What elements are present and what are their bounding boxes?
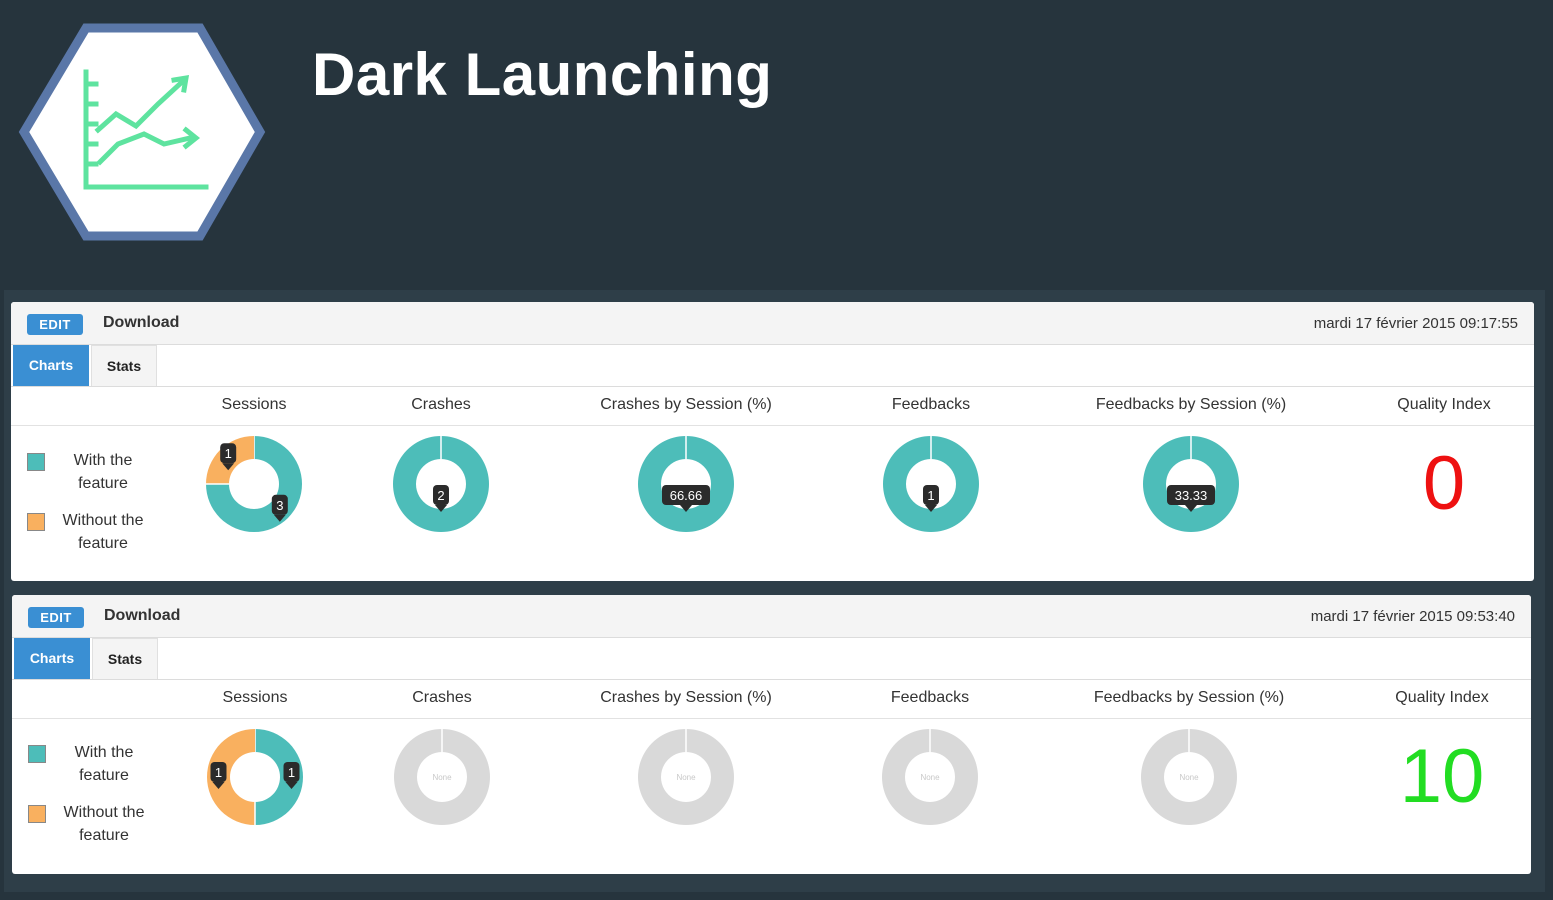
column-header-crashes-by-session: Crashes by Session (%) [600, 689, 772, 706]
legend-swatch-without [28, 805, 46, 823]
donut-crashes: 2 [391, 434, 491, 534]
legend-swatch-without [27, 513, 45, 531]
donut-sessions: 31 [204, 434, 304, 534]
panel-date: mardi 17 février 2015 09:17:55 [1313, 315, 1518, 332]
column-header-crashes-by-session: Crashes by Session (%) [600, 396, 772, 413]
donut-svg: 1 [882, 436, 979, 532]
empty-label: None [432, 773, 452, 782]
legend-label: feature [79, 767, 129, 784]
legend-label: With the [74, 744, 134, 761]
data-label: 1 [923, 485, 939, 512]
column-header-crashes: Crashes [412, 689, 472, 706]
svg-text:33.33: 33.33 [1175, 488, 1208, 503]
donut-crashes-by-session: 66.66 [636, 434, 736, 534]
legend-label: With the [73, 452, 133, 469]
tab-stats[interactable]: Stats [92, 638, 158, 679]
legend-label: feature [78, 475, 128, 492]
tab-charts[interactable]: Charts [14, 638, 90, 679]
donut-svg: 66.66 [637, 436, 734, 532]
column-header-feedbacks: Feedbacks [891, 396, 971, 413]
empty-label: None [920, 773, 940, 782]
donut-feedbacks-by-session: None [1139, 727, 1239, 827]
svg-text:1: 1 [927, 488, 934, 503]
donut-svg: None [881, 729, 978, 825]
svg-text:1: 1 [225, 446, 232, 461]
result-panel-1: EDIT Download mardi 17 février 2015 09:1… [11, 302, 1534, 581]
donut-crashes: None [392, 727, 492, 827]
panel-header: EDIT Download mardi 17 février 2015 09:5… [12, 595, 1531, 638]
column-header-feedbacks: Feedbacks [890, 689, 970, 706]
svg-text:66.66: 66.66 [670, 488, 703, 503]
svg-text:3: 3 [276, 498, 283, 513]
donut-feedbacks: 1 [881, 434, 981, 534]
page-title: Dark Launching [312, 41, 773, 108]
donut-svg: 33.33 [1142, 436, 1239, 532]
edit-button[interactable]: EDIT [28, 607, 84, 628]
donut-crashes-by-session: None [636, 727, 736, 827]
empty-label: None [1179, 773, 1199, 782]
data-label: 2 [433, 485, 449, 512]
quality-index-value: 10 [1399, 734, 1485, 819]
svg-text:1: 1 [288, 765, 295, 780]
panel-date: mardi 17 février 2015 09:53:40 [1310, 608, 1515, 625]
result-panel-2: EDIT Download mardi 17 février 2015 09:5… [12, 595, 1531, 874]
empty-label: None [676, 773, 696, 782]
legend-label: feature [79, 827, 129, 844]
legend-label: feature [78, 535, 128, 552]
tab-bar: Charts Stats [12, 638, 1531, 680]
column-headers: Sessions Crashes Crashes by Session (%) … [12, 680, 1531, 719]
donut-svg: None [393, 729, 490, 825]
column-header-quality-index: Quality Index [1395, 689, 1489, 706]
column-header-feedbacks-by-session: Feedbacks by Session (%) [1095, 396, 1287, 413]
column-header-sessions: Sessions [222, 689, 288, 706]
donut-svg: None [637, 729, 734, 825]
column-header-crashes: Crashes [411, 396, 471, 413]
panel-name: Download [103, 314, 180, 331]
donut-feedbacks: None [880, 727, 980, 827]
svg-text:1: 1 [215, 765, 222, 780]
column-header-sessions: Sessions [221, 396, 287, 413]
tab-stats[interactable]: Stats [91, 345, 157, 386]
tab-bar: Charts Stats [11, 345, 1534, 387]
edit-button[interactable]: EDIT [27, 314, 83, 335]
column-header-quality-index: Quality Index [1397, 396, 1491, 413]
svg-text:2: 2 [437, 488, 444, 503]
legend-swatch-with [27, 453, 45, 471]
donut-svg: None [1140, 729, 1237, 825]
tab-charts[interactable]: Charts [13, 345, 89, 386]
quality-index-value: 0 [1422, 441, 1466, 526]
legend-label: Without the [63, 804, 145, 821]
column-header-feedbacks-by-session: Feedbacks by Session (%) [1093, 689, 1285, 706]
app-logo [18, 23, 266, 241]
legend-swatch-with [28, 745, 46, 763]
donut-sessions: 11 [205, 727, 305, 827]
donut-feedbacks-by-session: 33.33 [1141, 434, 1241, 534]
donut-svg: 2 [392, 436, 489, 532]
panel-name: Download [104, 607, 181, 624]
donut-svg: 11 [207, 729, 303, 825]
column-headers: Sessions Crashes Crashes by Session (%) … [11, 387, 1534, 426]
panel-header: EDIT Download mardi 17 février 2015 09:1… [11, 302, 1534, 345]
legend-label: Without the [62, 512, 144, 529]
donut-svg: 31 [206, 436, 302, 532]
